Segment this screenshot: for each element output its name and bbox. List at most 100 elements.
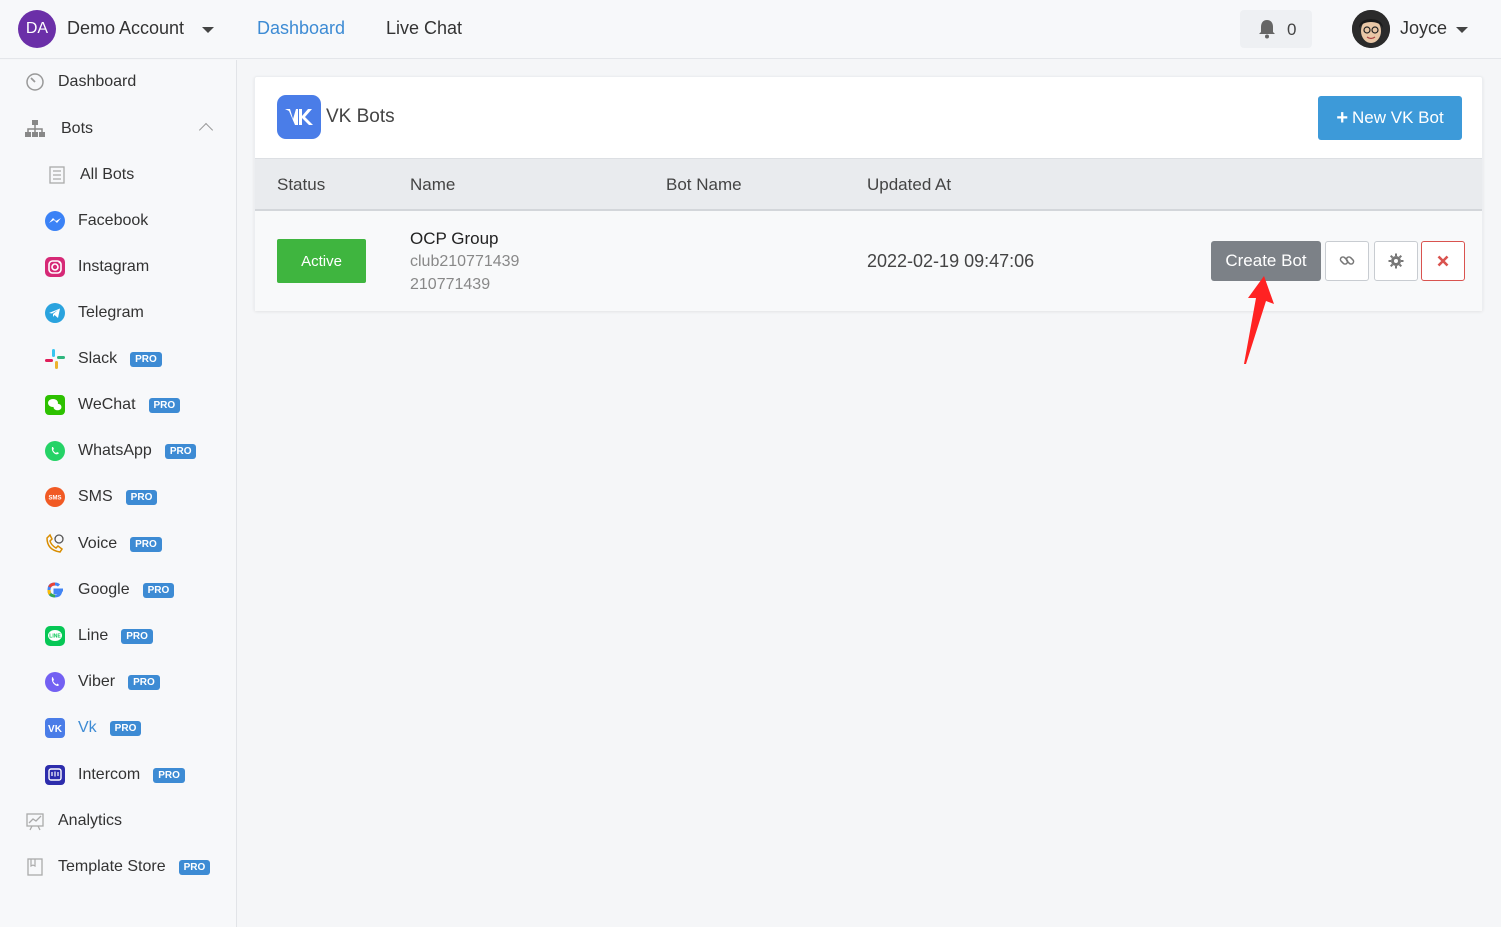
sidebar-item-voice[interactable]: Voice PRO bbox=[44, 529, 162, 559]
account-avatar[interactable]: DA bbox=[18, 10, 56, 48]
account-caret-icon[interactable] bbox=[202, 27, 214, 33]
user-caret-icon[interactable] bbox=[1456, 27, 1468, 33]
nav-live-chat[interactable]: Live Chat bbox=[386, 18, 462, 39]
chevron-up-icon[interactable] bbox=[198, 122, 214, 138]
sidebar-item-wechat[interactable]: WeChat PRO bbox=[44, 390, 181, 420]
sidebar-item-telegram[interactable]: Telegram bbox=[44, 298, 144, 328]
slack-icon bbox=[44, 348, 66, 370]
table-header: Status Name Bot Name Updated At bbox=[255, 158, 1482, 211]
pro-badge: PRO bbox=[148, 397, 181, 413]
status-badge: Active bbox=[277, 239, 366, 283]
pro-badge: PRO bbox=[130, 351, 162, 367]
bot-group-slug: club210771439 bbox=[410, 253, 520, 270]
sidebar-item-label: WeChat bbox=[78, 396, 136, 413]
sidebar-item-label: Vk bbox=[78, 719, 97, 736]
sidebar-item-label: SMS bbox=[78, 488, 113, 505]
line-icon: LINE bbox=[44, 625, 66, 647]
telegram-icon bbox=[44, 302, 66, 324]
notification-count: 0 bbox=[1287, 20, 1297, 39]
sidebar-item-google[interactable]: Google PRO bbox=[44, 575, 175, 605]
pro-badge: PRO bbox=[153, 767, 185, 783]
pro-badge: PRO bbox=[125, 489, 158, 505]
sidebar-item-viber[interactable]: Viber PRO bbox=[44, 667, 160, 697]
sidebar: Dashboard Bots All Bots Facebook Instagr… bbox=[0, 60, 237, 927]
sidebar-item-label: Instagram bbox=[78, 258, 150, 275]
bot-group-id: 210771439 bbox=[410, 276, 491, 293]
sidebar-item-label: Slack bbox=[78, 350, 118, 367]
pro-badge: PRO bbox=[178, 859, 211, 875]
sidebar-item-facebook[interactable]: Facebook bbox=[44, 206, 148, 236]
vk-icon: VK bbox=[44, 717, 66, 739]
sidebar-item-label: WhatsApp bbox=[78, 442, 152, 459]
top-bar: DA Demo Account Dashboard Live Chat 0 Jo… bbox=[0, 0, 1501, 59]
column-header-name[interactable]: Name bbox=[410, 175, 455, 195]
sidebar-item-bots[interactable]: Bots bbox=[24, 114, 93, 144]
pro-badge: PRO bbox=[142, 582, 175, 598]
bot-group-name: OCP Group bbox=[410, 229, 499, 248]
column-header-updated-at[interactable]: Updated At bbox=[867, 175, 951, 195]
sidebar-item-label: Analytics bbox=[58, 812, 123, 829]
nav-dashboard[interactable]: Dashboard bbox=[257, 18, 345, 39]
sidebar-item-all-bots[interactable]: All Bots bbox=[46, 160, 134, 190]
vk-bots-panel: VK Bots + New VK Bot Status Name Bot Nam… bbox=[254, 76, 1483, 311]
column-header-bot-name[interactable]: Bot Name bbox=[666, 175, 742, 195]
link-button[interactable] bbox=[1325, 241, 1369, 281]
sidebar-item-label: Template Store bbox=[58, 858, 166, 875]
sidebar-item-label: Google bbox=[78, 581, 130, 598]
sidebar-item-sms[interactable]: SMS SMS PRO bbox=[44, 482, 158, 512]
sidebar-item-line[interactable]: LINE Line PRO bbox=[44, 621, 153, 651]
new-vk-bot-label: New VK Bot bbox=[1352, 108, 1444, 127]
sidebar-item-template-store[interactable]: Template Store PRO bbox=[24, 852, 211, 882]
intercom-icon bbox=[44, 764, 66, 786]
sidebar-item-label: Intercom bbox=[78, 766, 141, 783]
pro-badge: PRO bbox=[109, 720, 142, 736]
sidebar-item-intercom[interactable]: Intercom PRO bbox=[44, 760, 185, 790]
sidebar-item-label: Telegram bbox=[78, 304, 144, 321]
gear-icon bbox=[1388, 253, 1404, 269]
sidebar-item-vk[interactable]: VK Vk PRO bbox=[44, 713, 142, 743]
store-icon bbox=[24, 856, 46, 878]
messenger-icon bbox=[44, 210, 66, 232]
bell-icon bbox=[1259, 20, 1275, 39]
user-avatar[interactable] bbox=[1352, 10, 1390, 48]
sidebar-item-slack[interactable]: Slack PRO bbox=[44, 344, 162, 374]
annotation-arrow-icon bbox=[1244, 276, 1274, 364]
sidebar-item-dashboard[interactable]: Dashboard bbox=[24, 67, 136, 97]
svg-text:SMS: SMS bbox=[48, 496, 61, 502]
notifications-button[interactable]: 0 bbox=[1240, 10, 1312, 48]
sidebar-item-analytics[interactable]: Analytics bbox=[24, 806, 122, 836]
plus-icon: + bbox=[1336, 106, 1349, 129]
sidebar-item-label: Line bbox=[78, 627, 109, 644]
sms-icon: SMS bbox=[44, 486, 66, 508]
pro-badge: PRO bbox=[128, 674, 160, 690]
close-icon bbox=[1437, 255, 1449, 267]
delete-button[interactable] bbox=[1421, 241, 1465, 281]
account-name[interactable]: Demo Account bbox=[67, 18, 184, 39]
voice-icon bbox=[44, 533, 66, 555]
sitemap-icon bbox=[24, 118, 46, 140]
sidebar-item-label: Facebook bbox=[78, 212, 149, 229]
sidebar-item-whatsapp[interactable]: WhatsApp PRO bbox=[44, 436, 197, 466]
table-row: Active OCP Group club210771439 210771439… bbox=[255, 211, 1482, 311]
user-name[interactable]: Joyce bbox=[1400, 18, 1447, 39]
panel-header: VK Bots + New VK Bot bbox=[255, 77, 1482, 158]
pro-badge: PRO bbox=[121, 628, 153, 644]
viber-icon bbox=[44, 671, 66, 693]
column-header-status[interactable]: Status bbox=[277, 175, 325, 195]
instagram-icon bbox=[44, 256, 66, 278]
page-title: VK Bots bbox=[326, 106, 395, 127]
svg-text:VK: VK bbox=[48, 724, 63, 735]
svg-text:LINE: LINE bbox=[49, 634, 61, 640]
chart-icon bbox=[24, 810, 46, 832]
link-icon bbox=[1339, 256, 1355, 265]
sidebar-item-label: All Bots bbox=[80, 166, 135, 183]
settings-button[interactable] bbox=[1374, 241, 1418, 281]
sidebar-item-label: Viber bbox=[78, 673, 116, 690]
sidebar-item-instagram[interactable]: Instagram bbox=[44, 252, 149, 282]
google-icon bbox=[44, 579, 66, 601]
new-vk-bot-button[interactable]: + New VK Bot bbox=[1318, 96, 1462, 140]
list-icon bbox=[46, 164, 68, 186]
whatsapp-icon bbox=[44, 440, 66, 462]
sidebar-item-label: Voice bbox=[78, 535, 118, 552]
sidebar-item-label: Bots bbox=[61, 120, 94, 137]
